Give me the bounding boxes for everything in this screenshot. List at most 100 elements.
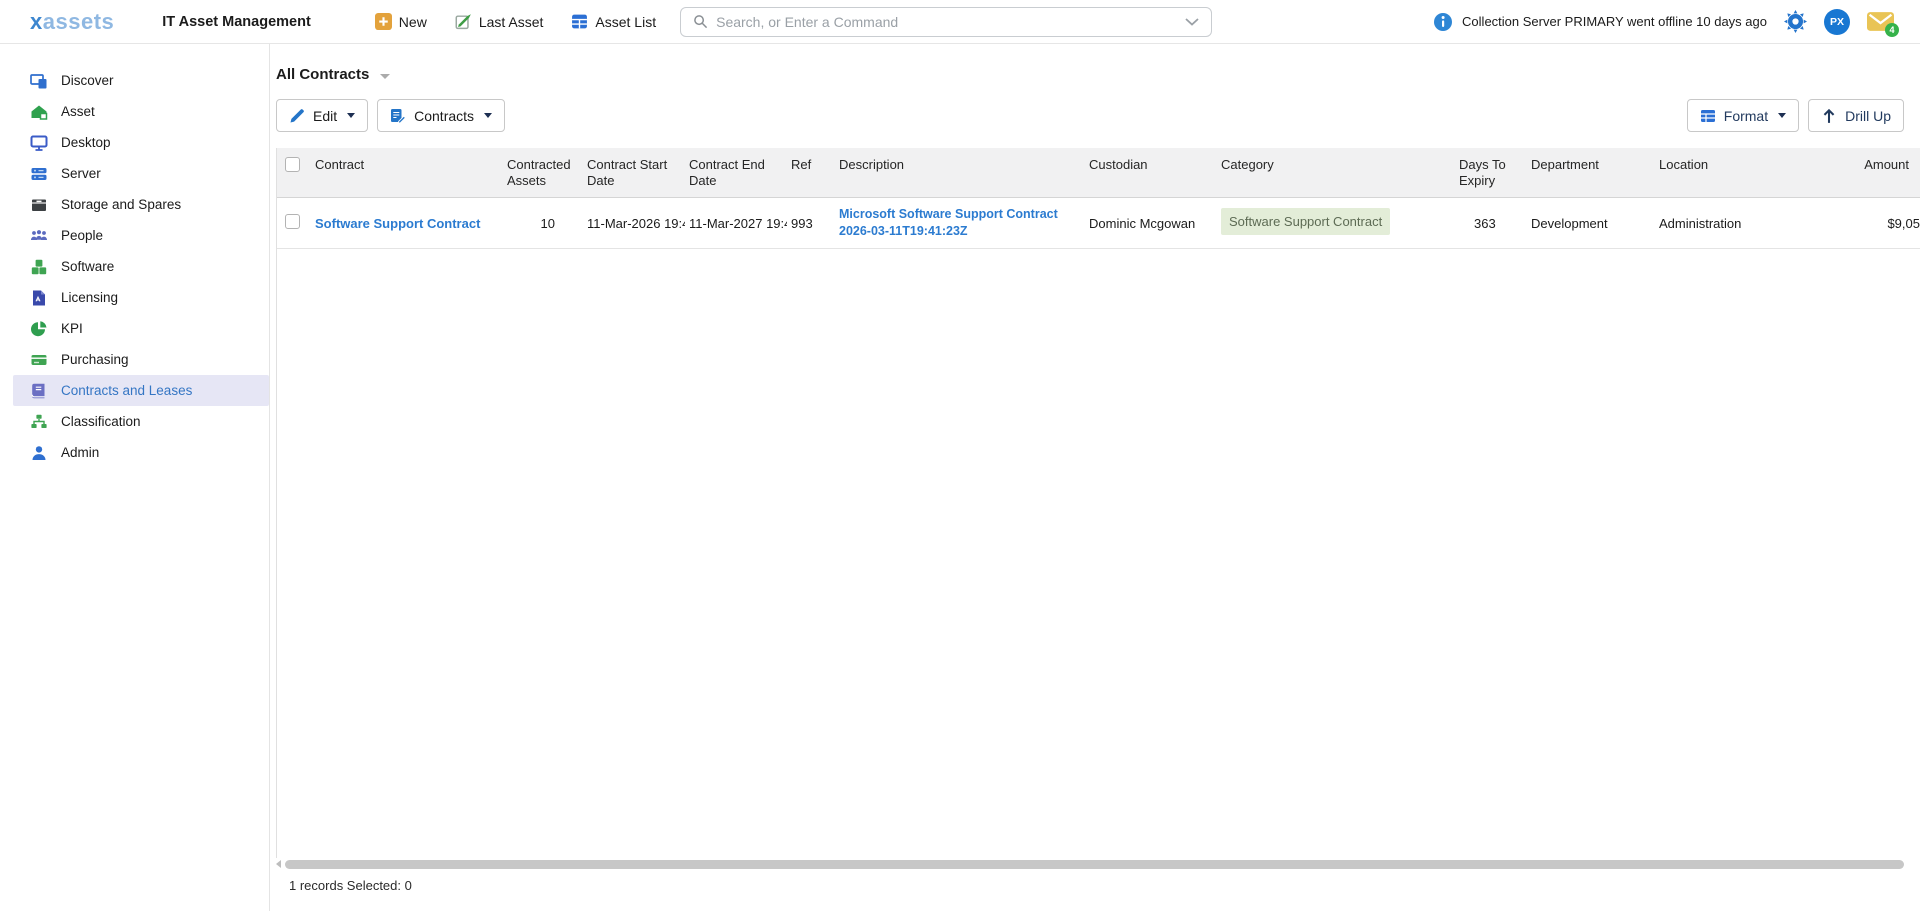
- top-bar: xassets IT Asset Management New Last Ass…: [0, 0, 1920, 44]
- cell-department: Development: [1527, 198, 1655, 249]
- avatar[interactable]: PX: [1824, 9, 1850, 35]
- new-button[interactable]: New: [375, 13, 427, 30]
- contracts-table: Contract Contracted Assets Contract Star…: [277, 148, 1920, 249]
- sidebar-item-classification[interactable]: Classification: [13, 406, 269, 437]
- cell-contract-start-date: 11-Mar-2026 19:4: [583, 198, 685, 249]
- column-header-contracted-assets[interactable]: Contracted Assets: [503, 148, 583, 198]
- cell-contract-end-date: 11-Mar-2027 19:4: [685, 198, 787, 249]
- edit-pencil-icon: [455, 13, 472, 30]
- table-header-row: Contract Contracted Assets Contract Star…: [277, 148, 1920, 198]
- column-header-custodian[interactable]: Custodian: [1085, 148, 1217, 198]
- format-button[interactable]: Format: [1687, 99, 1799, 132]
- people-icon: [30, 227, 48, 245]
- sidebar-item-contracts-and-leases[interactable]: Contracts and Leases: [13, 375, 269, 406]
- grid-table-icon: [571, 13, 588, 30]
- column-header-contract-start-date[interactable]: Contract Start Date: [583, 148, 685, 198]
- sidebar-item-desktop[interactable]: Desktop: [13, 127, 269, 158]
- sidebar: Discover Asset Desktop Server Storage an…: [0, 44, 270, 911]
- search-box: [680, 7, 1212, 37]
- sidebar-item-asset[interactable]: Asset: [13, 96, 269, 127]
- chevron-down-icon: [484, 113, 492, 118]
- notification[interactable]: Collection Server PRIMARY went offline 1…: [1433, 12, 1767, 32]
- edit-button[interactable]: Edit: [276, 99, 368, 132]
- pie-chart-icon: [30, 320, 48, 338]
- messages-button[interactable]: 4: [1867, 11, 1894, 32]
- column-header-contract[interactable]: Contract: [311, 148, 503, 198]
- format-table-icon: [1700, 108, 1716, 124]
- sidebar-item-admin[interactable]: Admin: [13, 437, 269, 468]
- cell-custodian: Dominic Mcgowan: [1085, 198, 1217, 249]
- sidebar-item-discover[interactable]: Discover: [13, 65, 269, 96]
- chevron-down-icon: [1778, 113, 1786, 118]
- status-bar: 1 records Selected: 0: [289, 878, 412, 893]
- pencil-icon: [289, 108, 305, 124]
- mail-count-badge: 4: [1885, 23, 1899, 37]
- sidebar-item-storage-and-spares[interactable]: Storage and Spares: [13, 189, 269, 220]
- book-icon: [30, 382, 48, 400]
- chevron-down-icon: [347, 113, 355, 118]
- credit-card-icon: [30, 351, 48, 369]
- asset-list-button[interactable]: Asset List: [571, 13, 656, 30]
- person-icon: [30, 444, 48, 462]
- arrow-up-icon: [1821, 108, 1837, 124]
- top-right-cluster: Collection Server PRIMARY went offline 1…: [1433, 9, 1894, 35]
- sidebar-item-software[interactable]: Software: [13, 251, 269, 282]
- sidebar-item-purchasing[interactable]: Purchasing: [13, 344, 269, 375]
- top-actions: New Last Asset Asset List: [375, 13, 656, 30]
- cubes-icon: [30, 258, 48, 276]
- title-chevron-down-icon[interactable]: [380, 74, 390, 79]
- hierarchy-icon: [30, 413, 48, 431]
- drill-up-button[interactable]: Drill Up: [1808, 99, 1904, 132]
- contracts-button[interactable]: Contracts: [377, 99, 505, 132]
- table-row: Software Support Contract 10 11-Mar-2026…: [277, 198, 1920, 249]
- column-header-contract-end-date[interactable]: Contract End Date: [685, 148, 787, 198]
- page-head: All Contracts: [276, 66, 390, 83]
- home-icon: [30, 103, 48, 121]
- select-all-checkbox[interactable]: [285, 157, 300, 172]
- cell-days-to-expiry: 363: [1455, 198, 1527, 249]
- scroll-left-arrow-icon[interactable]: [276, 860, 281, 868]
- scrollbar-thumb[interactable]: [285, 860, 1904, 869]
- column-header-ref[interactable]: Ref: [787, 148, 835, 198]
- column-header-location[interactable]: Location: [1655, 148, 1803, 198]
- server-icon: [30, 165, 48, 183]
- devices-icon: [30, 72, 48, 90]
- notification-text: Collection Server PRIMARY went offline 1…: [1462, 14, 1767, 29]
- info-icon: [1433, 12, 1453, 32]
- search-icon: [693, 14, 708, 29]
- gear-icon: [1784, 10, 1807, 33]
- contract-icon: [390, 108, 406, 124]
- sidebar-item-licensing[interactable]: Licensing: [13, 282, 269, 313]
- contracts-table-region: Contract Contracted Assets Contract Star…: [276, 148, 1920, 858]
- toolbar: Edit Contracts Format Drill Up: [276, 99, 1904, 132]
- sidebar-item-kpi[interactable]: KPI: [13, 313, 269, 344]
- cell-amount: $9,05: [1803, 198, 1920, 249]
- column-header-department[interactable]: Department: [1527, 148, 1655, 198]
- description-link[interactable]: Microsoft Software Support Contract 2026…: [839, 207, 1058, 238]
- row-checkbox[interactable]: [285, 214, 300, 229]
- license-document-icon: [30, 289, 48, 307]
- category-badge: Software Support Contract: [1221, 208, 1390, 235]
- app-title: IT Asset Management: [162, 14, 311, 30]
- cell-location: Administration: [1655, 198, 1803, 249]
- chevron-down-icon[interactable]: [1185, 18, 1199, 26]
- horizontal-scrollbar: [276, 858, 1904, 870]
- column-header-amount[interactable]: Amount: [1803, 148, 1920, 198]
- plus-icon: [375, 13, 392, 30]
- last-asset-button[interactable]: Last Asset: [455, 13, 544, 30]
- monitor-icon: [30, 134, 48, 152]
- page-title: All Contracts: [276, 66, 369, 83]
- contract-link[interactable]: Software Support Contract: [315, 216, 480, 231]
- storage-box-icon: [30, 196, 48, 214]
- column-header-category[interactable]: Category: [1217, 148, 1455, 198]
- search-input[interactable]: [716, 14, 1177, 30]
- column-header-description[interactable]: Description: [835, 148, 1085, 198]
- settings-button[interactable]: [1784, 10, 1807, 33]
- xassets-logo[interactable]: xassets: [30, 9, 114, 35]
- main-content: All Contracts Edit Contracts Format Dril…: [270, 44, 1920, 911]
- column-header-days-to-expiry[interactable]: Days To Expiry: [1455, 148, 1527, 198]
- cell-ref: 993: [787, 198, 835, 249]
- sidebar-item-server[interactable]: Server: [13, 158, 269, 189]
- sidebar-item-people[interactable]: People: [13, 220, 269, 251]
- cell-contracted-assets: 10: [503, 198, 583, 249]
